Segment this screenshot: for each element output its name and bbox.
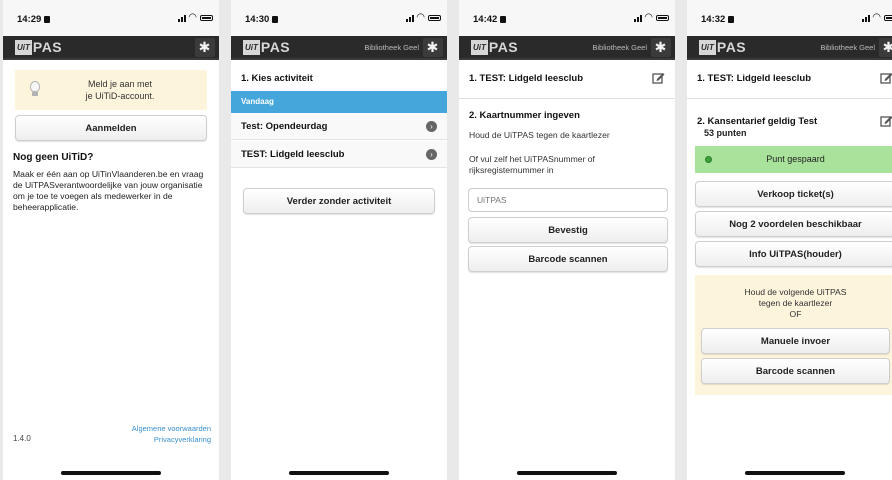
activity-label: TEST: Lidgeld leesclub (241, 149, 345, 160)
app-bar: UiT PAS Bibliotheek Geel ✱ (459, 36, 675, 60)
selected-activity: 1. TEST: Lidgeld leesclub (469, 73, 584, 84)
chevron-right-icon: › (426, 121, 437, 132)
settings-gear-icon[interactable]: ✱ (653, 40, 668, 55)
sell-tickets-button[interactable]: Verkoop ticket(s) (695, 181, 892, 207)
signal-icon (634, 15, 642, 22)
home-indicator[interactable] (745, 471, 845, 475)
reader-instruction: Houd de UiTPAS tegen de kaartlezer (469, 130, 610, 140)
login-notice-line1: Meld je aan met (87, 79, 153, 89)
battery-icon (200, 15, 213, 21)
next-card-line3: OF (789, 309, 802, 319)
day-section-header: Vandaag (231, 91, 447, 113)
next-card-notice: Houd de volgende UiTPAS tegen de kaartle… (695, 275, 892, 395)
home-indicator[interactable] (61, 471, 161, 475)
settings-gear-icon[interactable]: ✱ (197, 40, 212, 55)
uitpas-number-input[interactable] (468, 188, 668, 212)
login-button[interactable]: Aanmelden (15, 115, 207, 141)
benefits-button[interactable]: Nog 2 voordelen beschikbaar (695, 211, 892, 237)
no-account-text: Maak er één aan op UiTinVlaanderen.be en… (13, 169, 204, 212)
screen-login: 14:29 ◠ UiT PAS ✱ Meld je aan met je UiTi… (3, 0, 219, 480)
login-notice: Meld je aan met je UiTiD-account. (15, 70, 207, 110)
points-balance: 53 punten (704, 128, 747, 138)
signal-icon (406, 15, 414, 22)
wifi-icon: ◠ (872, 12, 881, 23)
settings-gear-icon[interactable]: ✱ (881, 40, 892, 55)
holder-info-button[interactable]: Info UiTPAS(houder) (695, 241, 892, 267)
terms-link[interactable]: Algemene voorwaarden (132, 424, 211, 433)
no-account-heading: Nog geen UiTiD? (13, 152, 94, 163)
uitpas-logo: UiT PAS (471, 39, 519, 55)
login-notice-line2: je UiTiD-account. (85, 91, 155, 101)
status-bar: 14:29 ◠ (3, 0, 219, 36)
status-time: 14:29 (17, 14, 51, 25)
wifi-icon: ◠ (644, 12, 653, 23)
next-card-line2: tegen de kaartlezer (758, 298, 833, 308)
step-heading: 1. Kies activiteit (241, 73, 313, 84)
screen-card-number: 14:42 ◠ UiT PAS Bibliotheek Geel ✱ 1. TES… (459, 0, 675, 480)
wifi-icon: ◠ (416, 12, 425, 23)
status-bar: 14:30 ◠ (231, 0, 447, 36)
manual-instruction: Of vul zelf het UiTPASnummer of rijksreg… (469, 154, 595, 175)
next-card-line1: Houd de volgende UiTPAS (744, 287, 847, 297)
home-indicator[interactable] (289, 471, 389, 475)
activity-item[interactable]: Test: Opendeurdag › (231, 113, 447, 140)
privacy-link[interactable]: Privacyverklaring (154, 435, 211, 444)
location-label: Bibliotheek Geel (364, 43, 419, 52)
tariff-heading: 2. Kansentarief geldig Test (697, 116, 818, 127)
confirm-button[interactable]: Bevestig (468, 217, 668, 243)
app-version: 1.4.0 (13, 434, 31, 443)
screen-choose-activity: 14:30 ◠ UiT PAS Bibliotheek Geel ✱ 1. Kie… (231, 0, 447, 480)
battery-icon (428, 15, 441, 21)
chevron-right-icon: › (426, 149, 437, 160)
activity-item[interactable]: TEST: Lidgeld leesclub › (231, 141, 447, 168)
selected-activity: 1. TEST: Lidgeld leesclub (697, 73, 812, 84)
uitpas-logo: UiT PAS (699, 39, 747, 55)
success-message: Punt gespaard (766, 154, 825, 164)
uitpas-logo: UiT PAS (243, 39, 291, 55)
activity-label: Test: Opendeurdag (241, 121, 328, 132)
wifi-icon: ◠ (188, 12, 197, 23)
status-time: 14:42 (473, 14, 507, 25)
settings-gear-icon[interactable]: ✱ (425, 40, 440, 55)
signal-icon (862, 15, 870, 22)
edit-icon[interactable] (880, 71, 892, 84)
success-message-bar: Punt gespaard (695, 146, 892, 173)
location-label: Bibliotheek Geel (820, 43, 875, 52)
edit-icon[interactable] (880, 114, 892, 127)
battery-icon (656, 15, 669, 21)
app-bar: UiT PAS ✱ (3, 36, 219, 60)
edit-icon[interactable] (652, 71, 665, 84)
scan-barcode-button[interactable]: Barcode scannen (701, 358, 890, 384)
manual-entry-button[interactable]: Manuele invoer (701, 328, 890, 354)
location-label: Bibliotheek Geel (592, 43, 647, 52)
uitpas-logo: UiT PAS (15, 39, 63, 55)
app-bar: UiT PAS Bibliotheek Geel ✱ (231, 36, 447, 60)
status-time: 14:30 (245, 14, 279, 25)
signal-icon (178, 15, 186, 22)
scan-barcode-button[interactable]: Barcode scannen (468, 246, 668, 272)
status-time: 14:32 (701, 14, 735, 25)
step-heading: 2. Kaartnummer ingeven (469, 110, 580, 121)
status-bar: 14:42 ◠ (459, 0, 675, 36)
status-bar: 14:32 ◠ (687, 0, 892, 36)
continue-without-activity-button[interactable]: Verder zonder activiteit (243, 188, 435, 214)
screen-checkin-result: 14:32 ◠ UiT PAS Bibliotheek Geel ✱ 1. TES… (687, 0, 892, 480)
battery-icon (884, 15, 892, 21)
home-indicator[interactable] (517, 471, 617, 475)
app-bar: UiT PAS Bibliotheek Geel ✱ (687, 36, 892, 60)
